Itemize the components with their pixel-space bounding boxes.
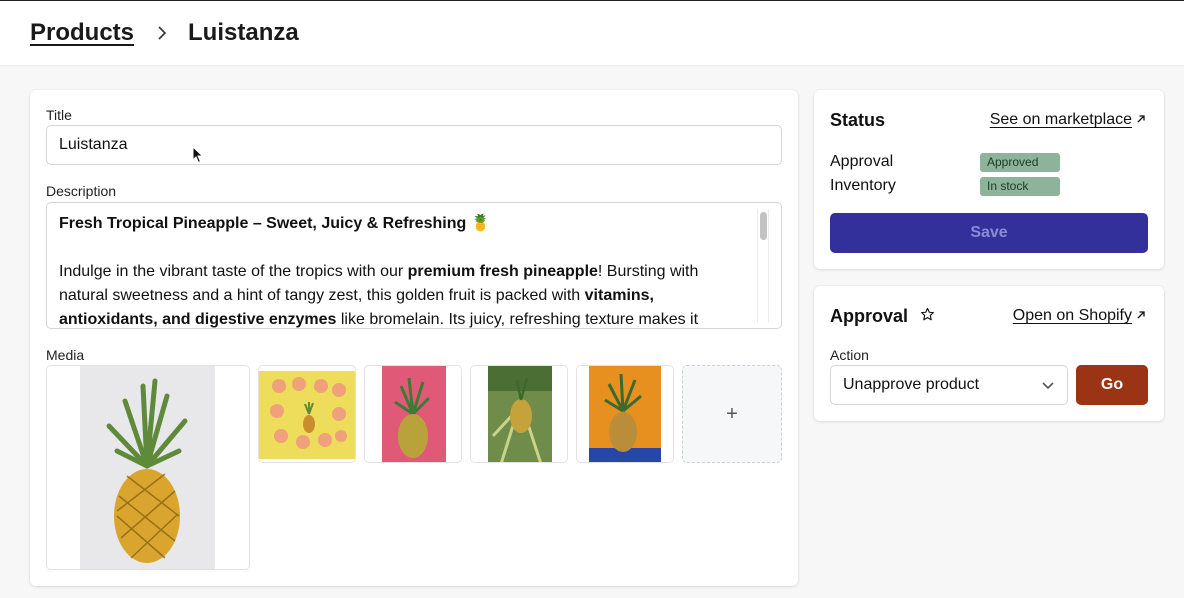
see-on-marketplace-link[interactable]: See on marketplace xyxy=(990,111,1146,129)
media-image-3[interactable] xyxy=(364,365,462,463)
inventory-row-label: Inventory xyxy=(830,177,896,194)
approval-title: Approval xyxy=(830,306,909,326)
go-button[interactable]: Go xyxy=(1076,365,1148,405)
save-button[interactable]: Save xyxy=(830,213,1148,253)
status-title: Status xyxy=(830,110,886,130)
breadcrumb-link-products[interactable]: Products xyxy=(30,19,134,47)
title-input[interactable] xyxy=(46,125,782,165)
description-paragraph: Indulge in the vibrant taste of the trop… xyxy=(59,263,699,328)
chevron-down-icon xyxy=(1041,378,1055,397)
open-on-shopify-link[interactable]: Open on Shopify xyxy=(1013,307,1146,325)
action-select-value: Unapprove product xyxy=(843,376,980,393)
inventory-status-badge: In stock xyxy=(980,177,1060,196)
page-title: Luistanza xyxy=(188,19,299,46)
title-label: Title xyxy=(46,107,72,123)
arrow-up-right-icon xyxy=(1136,307,1146,325)
breadcrumb: Products Luistanza xyxy=(0,0,1184,66)
media-image-main[interactable] xyxy=(46,365,250,570)
product-details-card: Title Description Fresh Tropical Pineapp… xyxy=(30,90,798,586)
approval-card: Approval Open on Shopify Action Unapprov… xyxy=(814,286,1164,421)
approval-status-badge: Approved xyxy=(980,153,1060,172)
scrollbar-thumb[interactable] xyxy=(760,212,767,240)
description-scrollbar[interactable] xyxy=(757,209,769,323)
add-media-button[interactable]: + xyxy=(682,365,782,463)
approval-row-label: Approval xyxy=(830,153,894,170)
media-image-4[interactable] xyxy=(470,365,568,463)
description-heading: Fresh Tropical Pineapple – Sweet, Juicy … xyxy=(59,215,491,232)
media-image-5[interactable] xyxy=(576,365,674,463)
arrow-up-right-icon xyxy=(1136,111,1146,129)
action-label: Action xyxy=(830,347,869,363)
status-card: Status See on marketplace Approval Appro… xyxy=(814,90,1164,269)
media-image-2[interactable] xyxy=(258,365,356,463)
action-select[interactable]: Unapprove product xyxy=(830,365,1068,405)
chevron-right-icon xyxy=(154,25,170,41)
shopify-link-label: Open on Shopify xyxy=(1012,307,1132,324)
description-label: Description xyxy=(46,183,117,199)
star-icon[interactable] xyxy=(920,307,935,327)
media-label: Media xyxy=(46,347,85,363)
marketplace-link-label: See on marketplace xyxy=(989,111,1132,128)
mouse-pointer-icon xyxy=(192,145,204,169)
description-textarea[interactable]: Fresh Tropical Pineapple – Sweet, Juicy … xyxy=(46,202,782,329)
